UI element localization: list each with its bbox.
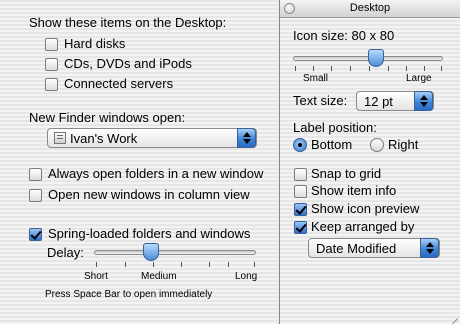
delay-tick bbox=[125, 262, 126, 267]
label-position-bottom-radio[interactable] bbox=[293, 138, 307, 152]
icon-size-tick bbox=[295, 66, 296, 71]
arrange-by-popup[interactable]: Date Modified bbox=[308, 238, 440, 258]
arrange-by-value: Date Modified bbox=[316, 241, 397, 256]
icon-size-tick bbox=[369, 66, 370, 71]
icon-size-readout: Icon size: 80 x 80 bbox=[293, 28, 394, 43]
delay-slider-track[interactable] bbox=[94, 250, 256, 255]
delay-short-label: Short bbox=[84, 271, 108, 282]
label-position-right-label[interactable]: Right bbox=[388, 137, 418, 152]
icon-size-tick bbox=[441, 66, 442, 71]
icon-size-min-label: Small bbox=[303, 73, 329, 84]
icon-size-tick bbox=[406, 66, 407, 71]
keep-arranged-by-label[interactable]: Keep arranged by bbox=[311, 219, 414, 234]
delay-tick bbox=[181, 262, 182, 267]
keep-arranged-by-checkbox[interactable] bbox=[294, 221, 307, 234]
text-size-value: 12 pt bbox=[364, 94, 393, 109]
text-size-label: Text size: bbox=[293, 93, 348, 108]
cds-dvds-ipods-label[interactable]: CDs, DVDs and iPods bbox=[64, 56, 192, 71]
folder-icon bbox=[54, 132, 66, 144]
show-icon-preview-checkbox[interactable] bbox=[294, 203, 307, 216]
icon-size-tick bbox=[424, 66, 425, 71]
desktop-view-options-window: Desktop Icon size: 80 x 80 Small Large T… bbox=[279, 0, 460, 324]
connected-servers-checkbox[interactable] bbox=[45, 78, 58, 91]
always-open-new-window-label[interactable]: Always open folders in a new window bbox=[48, 166, 263, 181]
icon-size-max-label: Large bbox=[406, 73, 432, 84]
delay-tick bbox=[153, 262, 154, 267]
new-window-location-popup[interactable]: Ivan's Work bbox=[47, 128, 257, 148]
delay-tick bbox=[96, 262, 97, 267]
icon-size-tick bbox=[388, 66, 389, 71]
icon-size-tick bbox=[350, 66, 351, 71]
finder-preferences-pane: Show these items on the Desktop: Hard di… bbox=[0, 0, 278, 324]
icon-size-value: 80 x 80 bbox=[351, 28, 395, 43]
icon-size-tick bbox=[331, 66, 332, 71]
icon-size-label: Icon size: bbox=[293, 28, 348, 43]
hard-disks-checkbox[interactable] bbox=[45, 38, 58, 51]
show-icon-preview-label[interactable]: Show icon preview bbox=[311, 201, 419, 216]
popup-arrows-icon bbox=[420, 238, 439, 258]
delay-tick bbox=[254, 262, 255, 267]
connected-servers-label[interactable]: Connected servers bbox=[64, 76, 173, 91]
label-position-bottom-label[interactable]: Bottom bbox=[311, 137, 352, 152]
column-view-label[interactable]: Open new windows in column view bbox=[48, 187, 250, 202]
label-position-right-radio[interactable] bbox=[370, 138, 384, 152]
delay-long-label: Long bbox=[235, 271, 258, 282]
popup-arrows-icon bbox=[237, 128, 256, 148]
spring-loaded-hint: Press Space Bar to open immediately bbox=[45, 289, 213, 300]
always-open-new-window-checkbox[interactable] bbox=[29, 168, 42, 181]
delay-tick bbox=[228, 262, 229, 267]
spring-loaded-checkbox[interactable] bbox=[29, 228, 42, 241]
text-size-popup[interactable]: 12 pt bbox=[356, 91, 434, 111]
label-position-label: Label position: bbox=[293, 120, 377, 135]
new-finder-windows-label: New Finder windows open: bbox=[29, 110, 186, 125]
icon-size-slider-thumb[interactable] bbox=[368, 49, 384, 67]
desktop-items-heading: Show these items on the Desktop: bbox=[29, 15, 227, 30]
snap-to-grid-checkbox[interactable] bbox=[294, 168, 307, 181]
delay-slider-thumb[interactable] bbox=[143, 243, 159, 261]
resize-grip-icon[interactable] bbox=[447, 308, 459, 324]
show-item-info-checkbox[interactable] bbox=[294, 185, 307, 198]
popup-arrows-icon bbox=[414, 91, 433, 111]
new-window-location-value: Ivan's Work bbox=[70, 131, 138, 146]
column-view-checkbox[interactable] bbox=[29, 189, 42, 202]
hard-disks-label[interactable]: Hard disks bbox=[64, 36, 125, 51]
delay-label: Delay: bbox=[47, 245, 84, 260]
delay-tick bbox=[209, 262, 210, 267]
window-titlebar[interactable]: Desktop bbox=[280, 0, 460, 18]
snap-to-grid-label[interactable]: Snap to grid bbox=[311, 166, 381, 181]
delay-medium-label: Medium bbox=[141, 271, 177, 282]
show-item-info-label[interactable]: Show item info bbox=[311, 183, 396, 198]
icon-size-tick bbox=[313, 66, 314, 71]
cds-dvds-ipods-checkbox[interactable] bbox=[45, 58, 58, 71]
spring-loaded-label[interactable]: Spring-loaded folders and windows bbox=[48, 226, 250, 241]
window-title: Desktop bbox=[349, 2, 391, 14]
